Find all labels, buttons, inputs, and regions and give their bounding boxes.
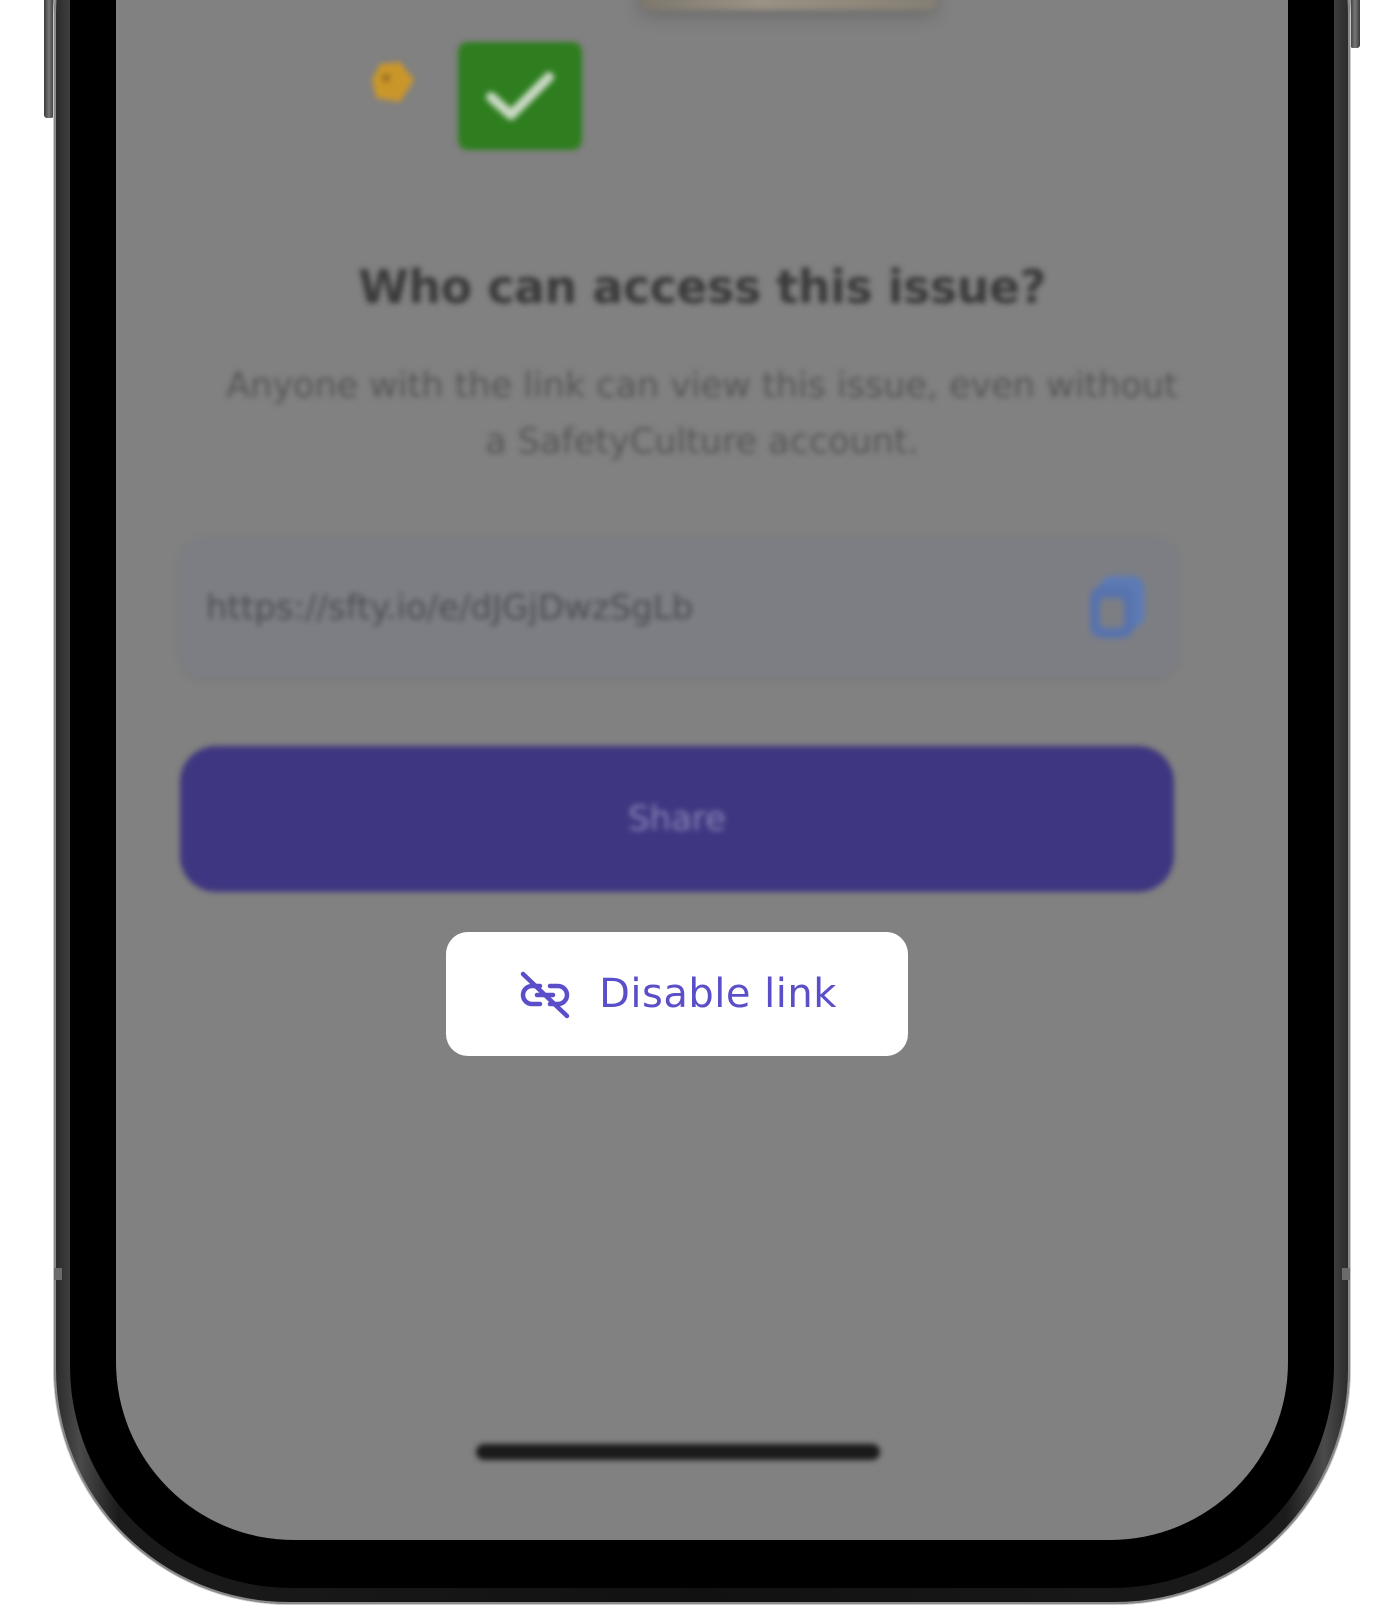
share-button[interactable]: Share [180, 746, 1174, 892]
copy-icon[interactable] [1086, 572, 1148, 642]
power-button [1350, 0, 1360, 48]
antenna-band [54, 1268, 62, 1280]
phone-screen: Who can access this issue? Anyone with t… [116, 0, 1288, 1540]
check-icon [458, 42, 582, 150]
tag-icon [372, 62, 414, 102]
volume-button [44, 0, 54, 118]
share-button-label: Share [627, 799, 727, 839]
access-description: Anyone with the link can view this issue… [226, 366, 1178, 462]
phone-screenshot: Who can access this issue? Anyone with t… [0, 0, 1400, 1620]
home-indicator [476, 1444, 880, 1460]
disable-link-label: Disable link [599, 971, 837, 1017]
access-heading: Who can access this issue? [358, 260, 1046, 314]
disable-link-button[interactable]: Disable link [446, 932, 908, 1056]
share-link-url: https://sfty.io/e/dJGjDwzSgLb [206, 588, 694, 628]
antenna-band [1342, 1268, 1350, 1280]
dimmed-background-content: Who can access this issue? Anyone with t… [116, 0, 1288, 1540]
share-link-field[interactable]: https://sfty.io/e/dJGjDwzSgLb [180, 538, 1178, 678]
unlink-icon [520, 971, 570, 1019]
issue-photo [640, 0, 936, 10]
